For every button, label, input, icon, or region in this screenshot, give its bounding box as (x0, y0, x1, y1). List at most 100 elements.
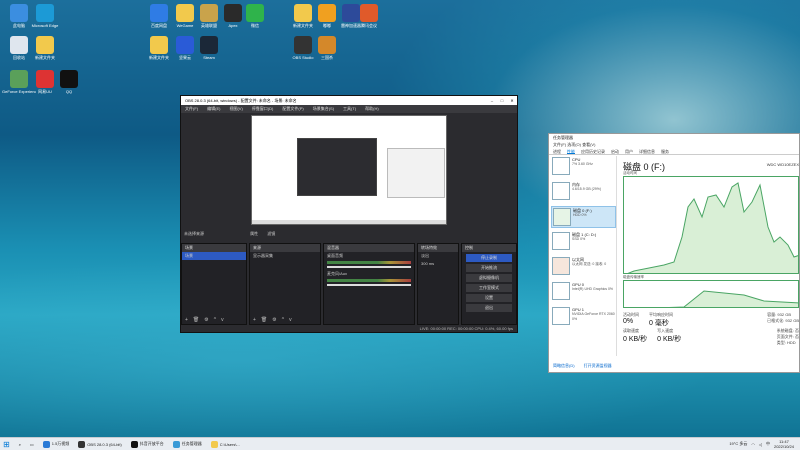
transition-duration[interactable]: 300 ms (418, 260, 458, 268)
controls-dock-title: 控制 (462, 244, 516, 252)
virtual-camera-button[interactable]: 虚拟摄像机 (466, 274, 512, 282)
mic-audio-slider[interactable] (327, 284, 411, 286)
disk-transfer-graph (623, 280, 799, 308)
app-icon (10, 70, 28, 88)
app-icon (60, 70, 78, 88)
mixer-channel-desktop: 桌面音频 (327, 253, 343, 258)
settings-button[interactable]: 设置 (466, 294, 512, 302)
obs-window[interactable]: OBS 28.0.3 (64-bit, windows) - 配置文件: 未命名… (180, 95, 518, 333)
menu-profile[interactable]: 配置文件(P) (282, 105, 303, 113)
app-icon (360, 4, 378, 22)
menu-view[interactable]: 视图(V) (229, 105, 242, 113)
transition-type[interactable]: 淡出 (418, 252, 458, 260)
weather[interactable]: 19°C 多云 (729, 441, 747, 447)
taskbar-app-obs[interactable]: OBS 28.0.3 (64-bit) (75, 439, 124, 450)
properties-button[interactable]: 属性 (250, 231, 258, 236)
desktop-audio-slider[interactable] (327, 266, 411, 268)
maximize-icon[interactable]: □ (497, 96, 507, 105)
fewer-details-link[interactable]: 简略信息(D) (553, 363, 575, 368)
start-button[interactable]: ⊞ (0, 439, 13, 450)
app-icon (10, 36, 28, 54)
menu-help[interactable]: 帮助(H) (365, 105, 379, 113)
app-icon (150, 36, 168, 54)
desktop-icon[interactable]: Microsoft Edge (28, 4, 62, 28)
filters-button[interactable]: 滤镜 (267, 231, 275, 236)
studio-mode-button[interactable]: 工作室模式 (466, 284, 512, 292)
app-icon (36, 4, 54, 22)
scenes-dock-controls[interactable]: +🗑⚙^v (182, 316, 246, 324)
perf-list: CPU 7% 3.60 GHz 内存 4.6/15.9 GB (29%) 磁盘 0 … (551, 156, 617, 356)
transitions-dock: 转场特效 淡出 300 ms (417, 243, 459, 325)
preview-taskbar (252, 220, 446, 224)
taskbar-app-2[interactable]: 抖音开放平台 (128, 439, 167, 450)
desktop-icon-label: Microsoft Edge (31, 23, 59, 28)
menu-file[interactable]: 文件(F) (185, 105, 198, 113)
stop-recording-button[interactable]: 停止录制 (466, 254, 512, 262)
disk-activity-graph (623, 176, 799, 274)
menu-scene-collection[interactable]: 场景集合(S) (313, 105, 334, 113)
volume-icon[interactable]: ◁ (759, 442, 762, 447)
tab-startup[interactable]: 启动 (611, 148, 619, 154)
taskmgr-tabs: 进程 性能 应用历史记录 启动 用户 详细信息 服务 (549, 148, 799, 155)
desktop-icon[interactable]: Steam (192, 36, 226, 60)
perf-disk1[interactable]: 磁盘 1 (C: D:) SSD 0% (551, 231, 616, 253)
taskmgr-title: 任务管理器 (553, 135, 573, 140)
app-icon (36, 36, 54, 54)
tab-services[interactable]: 服务 (661, 148, 669, 154)
desktop-icon-label: 微信 (251, 23, 259, 28)
scenes-dock-title: 场景 (182, 244, 246, 252)
desktop-icon-label: 新建文件夹 (35, 55, 55, 60)
perf-ethernet[interactable]: 以太网 以太网 发送: 0 接收: 0 (551, 256, 616, 278)
resource-monitor-link[interactable]: 打开资源监视器 (584, 363, 612, 368)
desktop-audio-meter (327, 261, 411, 264)
menu-edit[interactable]: 编辑(E) (207, 105, 220, 113)
perf-disk0[interactable]: 磁盘 0 (F:) HDD 0% (551, 206, 616, 228)
tab-app-history[interactable]: 应用历史记录 (581, 148, 605, 154)
obs-preview[interactable] (251, 115, 447, 225)
perf-detail: 磁盘 0 (F:) WDC WD10EZEX 活动时间 磁盘传输速率 活动时间 0… (621, 156, 800, 356)
taskbar: ⊞ ⌕ ▭ 1.5万视频 OBS 28.0.3 (64-bit) 抖音开放平台 … (0, 437, 800, 450)
taskmgr-footer: 简略信息(D) 打开资源监视器 (553, 363, 612, 369)
perf-cpu[interactable]: CPU 7% 3.60 GHz (551, 156, 616, 178)
network-icon[interactable]: ◠ (751, 442, 755, 447)
desktop-icon-label: Steam (203, 55, 215, 60)
language[interactable]: 中 (766, 441, 770, 447)
menu-docks[interactable]: 停靠窗口(D) (252, 105, 274, 113)
task-view-icon[interactable]: ▭ (27, 439, 37, 450)
desktop-icon[interactable]: 新建文件夹 (28, 36, 62, 60)
app-icon (318, 36, 336, 54)
tab-performance[interactable]: 性能 (567, 148, 575, 154)
tab-users[interactable]: 用户 (625, 148, 633, 154)
sources-dock-controls[interactable]: +🗑⚙^v (250, 316, 320, 324)
exit-button[interactable]: 退出 (466, 304, 512, 312)
tab-details[interactable]: 详细信息 (639, 148, 655, 154)
obs-titlebar[interactable]: OBS 28.0.3 (64-bit, windows) - 配置文件: 未命名… (181, 96, 517, 105)
desktop-icon[interactable]: QQ (52, 70, 86, 94)
taskbar-app-taskmgr[interactable]: 任务管理器 (170, 439, 205, 450)
tab-processes[interactable]: 进程 (553, 148, 561, 154)
mixer-channel-mic: 麦克风/Aux (327, 271, 348, 276)
clock[interactable]: 11:47 2022/10/24 (774, 439, 794, 449)
app-icon (246, 4, 264, 22)
start-streaming-button[interactable]: 开始推流 (466, 264, 512, 272)
menu-tools[interactable]: 工具(T) (343, 105, 356, 113)
desktop-icon[interactable]: 微信 (238, 4, 272, 28)
taskbar-app-explorer[interactable]: C:\Users\... (208, 439, 243, 450)
search-icon[interactable]: ⌕ (16, 439, 24, 450)
app-icon (10, 4, 28, 22)
desktop-icon[interactable]: 腾讯会议 (352, 4, 386, 28)
minimize-icon[interactable]: – (487, 96, 497, 105)
obs-statusbar: LIVE: 00:00:00 REC: 00:00:00 CPU: 0.4%, … (181, 325, 517, 332)
perf-memory[interactable]: 内存 4.6/15.9 GB (29%) (551, 181, 616, 203)
source-item[interactable]: 显示器采集 (250, 252, 320, 260)
scene-item[interactable]: 场景 (182, 252, 246, 260)
close-icon[interactable]: ✕ (507, 96, 517, 105)
taskmgr-window[interactable]: 任务管理器 文件(F) 选项(O) 查看(V) 进程 性能 应用历史记录 启动 … (548, 133, 800, 373)
desktop-icon-label: 腾讯会议 (361, 23, 377, 28)
perf-gpu0[interactable]: GPU 0 Intel(R) UHD Graphics 0% (551, 281, 616, 303)
desktop-icon[interactable]: 三国杀 (310, 36, 344, 60)
taskbar-app-0[interactable]: 1.5万视频 (40, 439, 73, 450)
perf-gpu1[interactable]: GPU 1 NVIDIA GeForce RTX 2060 0% (551, 306, 616, 328)
disk-model: WDC WD10EZEX (766, 162, 799, 167)
source-toolbar: 未选择来源 属性 滤镜 (181, 230, 517, 238)
